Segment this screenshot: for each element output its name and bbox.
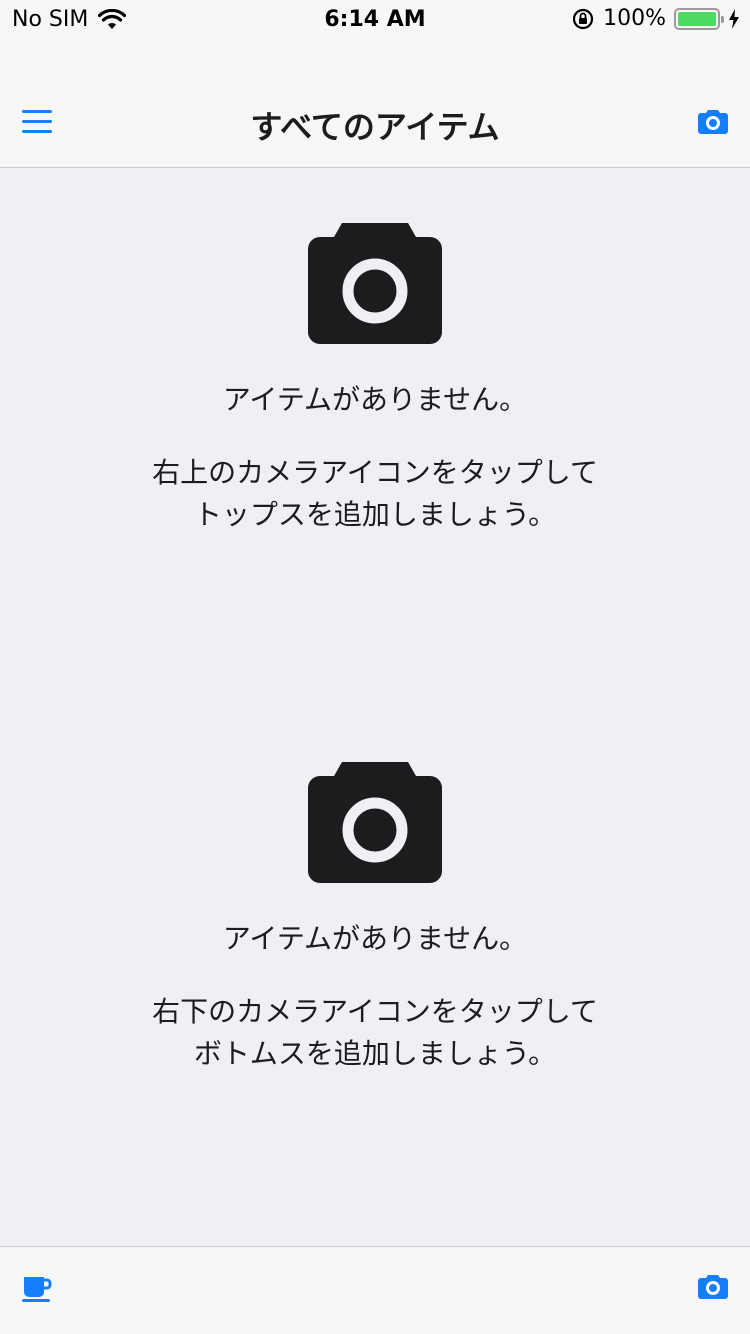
coffee-cup-icon[interactable] bbox=[22, 1275, 52, 1303]
empty-description-line: 右上のカメラアイコンをタップして bbox=[152, 456, 598, 489]
camera-icon bbox=[308, 223, 442, 344]
camera-icon bbox=[308, 762, 442, 883]
empty-description: 右上のカメラアイコンをタップして トップスを追加しましょう。 bbox=[0, 452, 750, 536]
empty-title: アイテムがありません。 bbox=[222, 383, 528, 416]
empty-description-line: 右下のカメラアイコンをタップして bbox=[152, 995, 598, 1028]
empty-description-line: トップスを追加しましょう。 bbox=[193, 498, 557, 531]
main-content: アイテムがありません。 右上のカメラアイコンをタップして トップスを追加しましょ… bbox=[0, 168, 750, 1246]
camera-icon[interactable] bbox=[698, 1273, 728, 1299]
battery-fill bbox=[678, 11, 716, 26]
orientation-lock-icon bbox=[572, 8, 594, 29]
status-right-group: 100% bbox=[571, 6, 740, 31]
page-title: すべてのアイテム bbox=[250, 108, 500, 146]
camera-icon[interactable] bbox=[698, 108, 728, 134]
status-bar: No SIM 6:14 AM 100% bbox=[0, 0, 750, 40]
charging-bolt-icon bbox=[729, 8, 739, 29]
navigation-bar: すべてのアイテム bbox=[0, 40, 750, 168]
bottoms-empty-state: アイテムがありません。 右下のカメラアイコンをタップして ボトムスを追加しましょ… bbox=[0, 762, 750, 1075]
tops-empty-state: アイテムがありません。 右上のカメラアイコンをタップして トップスを追加しましょ… bbox=[0, 223, 750, 536]
battery-percent: 100% bbox=[603, 6, 666, 31]
battery-icon bbox=[674, 7, 724, 30]
empty-title: アイテムがありません。 bbox=[222, 922, 528, 955]
empty-description: 右下のカメラアイコンをタップして ボトムスを追加しましょう。 bbox=[0, 991, 750, 1075]
bottom-toolbar bbox=[0, 1246, 750, 1334]
empty-description-line: ボトムスを追加しましょう。 bbox=[193, 1037, 557, 1070]
